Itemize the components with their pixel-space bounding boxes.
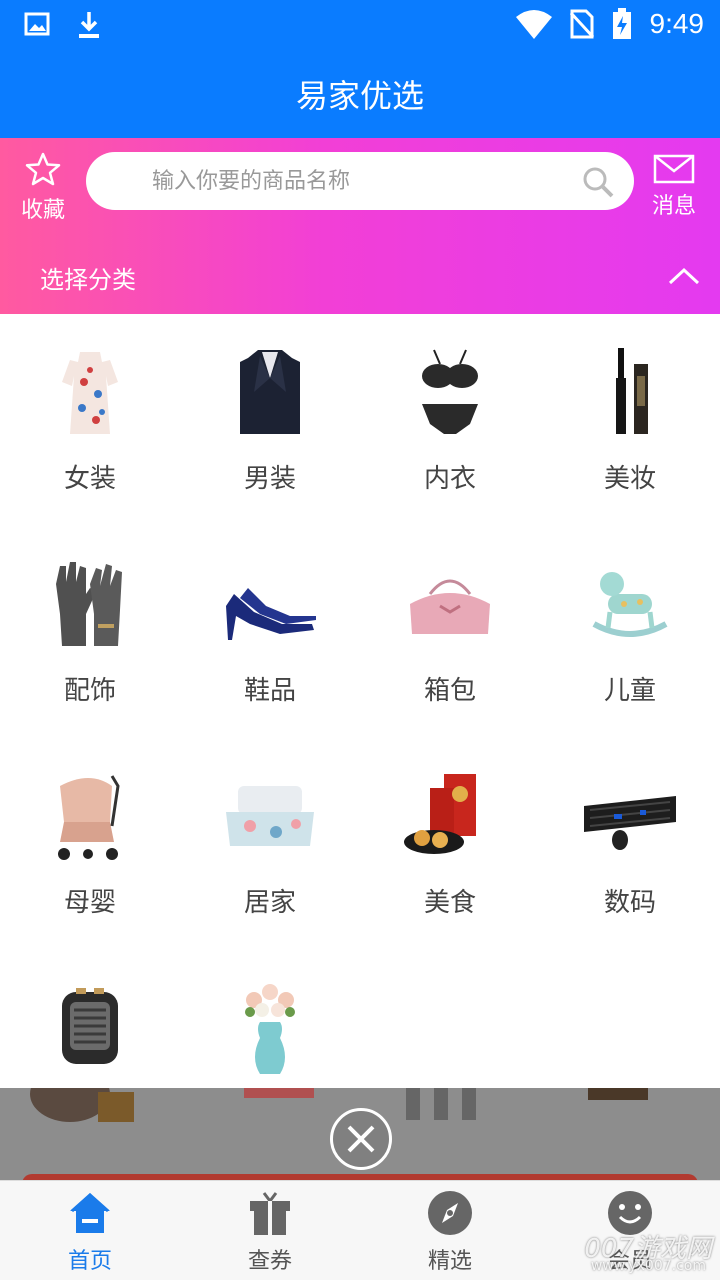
heels-photo [226,588,316,640]
category-label: 美妆 [603,464,656,494]
keyboard-photo [584,796,676,850]
clock: 9:49 [649,8,705,39]
category-item-lingerie[interactable]: 内衣 [360,314,540,526]
appliance-photo [588,1088,648,1100]
image-notification-icon [24,12,50,36]
category-item-kids[interactable]: 儿童 [540,526,720,738]
messages-button[interactable]: 消息 [644,154,704,220]
gloves-photo [56,562,122,646]
mascara-photo [616,348,648,434]
category-grid: 女装 男装 内衣 美妆 配饰 鞋品 箱包 儿童 母婴 居家 美食 数码 [0,314,720,1088]
category-item-men[interactable]: 男装 [180,314,360,526]
category-label: 鞋品 [243,676,296,706]
bedding-photo [226,786,314,846]
envelope-icon [653,154,695,184]
watermark-url: www.yx007.com [590,1258,706,1274]
category-item-makeup[interactable]: 美妆 [540,314,720,526]
home-icon [70,1192,110,1233]
category-label: 母婴 [63,888,116,918]
wifi-icon [515,10,552,39]
category-label: 男装 [243,464,296,494]
category-item-accessories[interactable]: 配饰 [0,526,180,738]
favorites-label: 收藏 [20,198,65,223]
category-label: 美食 [423,888,476,918]
lingerie-photo [422,349,478,434]
no-sim-icon [569,9,594,39]
category-item-shoes[interactable]: 鞋品 [180,526,360,738]
category-label: 数码 [603,888,656,918]
close-overlay-button[interactable] [330,1108,392,1170]
messages-label: 消息 [651,194,696,219]
stroller-photo [58,775,120,860]
category-toggle[interactable]: 选择分类 [0,242,720,314]
battery-charging-icon [612,8,631,39]
page-title: 易家优选 [295,77,424,115]
category-label: 儿童 [603,676,656,706]
category-item-baby[interactable]: 母婴 [0,738,180,950]
tab-coupons[interactable]: 查券 [180,1181,360,1280]
suit-photo [240,350,300,434]
download-notification-icon [79,12,99,38]
category-item-women[interactable]: 女装 [0,314,180,526]
close-icon [347,1125,375,1153]
dress-photo [62,352,118,434]
tab-label: 查券 [247,1249,292,1274]
bottles-photo [406,1088,476,1120]
mooncake-photo [404,774,476,854]
heater-photo [62,988,118,1064]
tab-featured[interactable]: 精选 [360,1181,540,1280]
handbag-photo [410,579,490,634]
flower-vase-photo [245,984,295,1074]
category-item-digital[interactable]: 数码 [540,738,720,950]
gift-box-photo [244,1088,314,1098]
favorites-button[interactable]: 收藏 [14,152,72,224]
category-label: 箱包 [423,676,476,706]
tab-label: 精选 [427,1249,472,1274]
status-bar: 9:49 [0,0,720,50]
category-item-bags[interactable]: 箱包 [360,526,540,738]
tab-label: 首页 [67,1249,112,1274]
search-header: 收藏 消息 选择分类 [0,138,720,314]
rocking-horse-photo [592,572,668,637]
category-item-home[interactable]: 居家 [180,738,360,950]
gift-icon [250,1192,290,1235]
category-label: 内衣 [423,464,476,494]
star-icon [25,152,61,186]
search-icon[interactable] [582,166,614,198]
category-toggle-label: 选择分类 [40,266,136,294]
search-bar[interactable] [86,152,634,210]
app-header: 易家优选 [0,50,720,138]
tab-home[interactable]: 首页 [0,1181,180,1280]
compass-icon [428,1191,472,1235]
teapot-photo [30,1088,134,1122]
category-label: 配饰 [63,676,116,706]
chevron-up-icon[interactable] [668,266,700,286]
category-label: 女装 [63,464,116,494]
category-item-food[interactable]: 美食 [360,738,540,950]
search-input[interactable] [152,152,572,210]
category-label: 居家 [243,888,296,918]
